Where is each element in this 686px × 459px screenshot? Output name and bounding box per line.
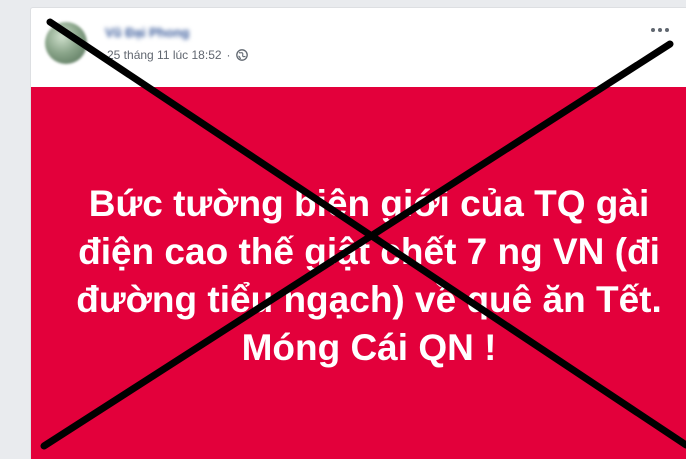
author-name[interactable]: Vũ Đại Phong — [105, 25, 190, 40]
post-meta: 25 tháng 11 lúc 18:52 · — [107, 48, 248, 62]
meta-separator: · — [226, 48, 231, 62]
author-avatar[interactable] — [45, 22, 87, 64]
post-text-banner: Bức tường biên giới của TQ gài điện cao … — [31, 87, 686, 459]
facebook-post-card: Vũ Đại Phong 25 tháng 11 lúc 18:52 · Bức… — [30, 7, 686, 459]
globe-icon[interactable] — [235, 49, 248, 61]
more-options-icon[interactable] — [648, 20, 672, 40]
banner-text: Bức tường biên giới của TQ gài điện cao … — [76, 182, 662, 368]
post-timestamp[interactable]: 25 tháng 11 lúc 18:52 — [107, 48, 222, 62]
